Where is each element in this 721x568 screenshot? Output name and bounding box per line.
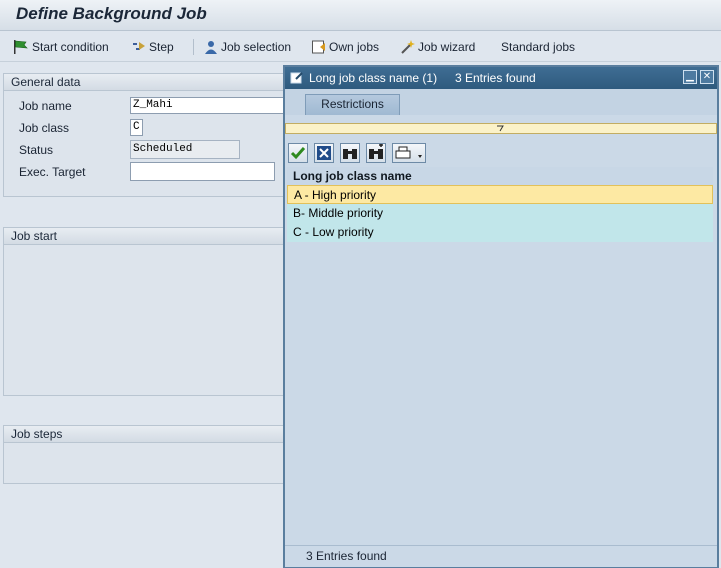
- job-class-field[interactable]: C: [130, 119, 143, 136]
- status-field: Scheduled: [130, 140, 240, 159]
- restrictions-bar[interactable]: [285, 123, 717, 134]
- list-item[interactable]: C - Low priority: [287, 223, 713, 242]
- standard-jobs-label: Standard jobs: [501, 40, 576, 54]
- minimize-button[interactable]: ▁: [683, 70, 697, 84]
- tab-restrictions[interactable]: Restrictions: [305, 94, 400, 115]
- checkmark-icon: [290, 147, 306, 160]
- job-start-heading: Job start: [4, 228, 304, 245]
- dialog-title-bar[interactable]: Long job class name (1) 3 Entries found …: [285, 67, 717, 89]
- cancel-button[interactable]: [314, 143, 334, 163]
- person-icon: [205, 41, 217, 54]
- title-bar: Define Background Job: [0, 0, 721, 31]
- toolbar-separator: [193, 39, 194, 55]
- job-name-label: Job name: [19, 99, 72, 113]
- start-condition-label: Start condition: [32, 40, 109, 54]
- close-icon: ✕: [702, 71, 712, 82]
- tab-strip: Restrictions: [285, 89, 717, 115]
- standard-jobs-button[interactable]: Standard jobs: [501, 39, 575, 55]
- expand-arrow-icon: [497, 125, 504, 132]
- step-icon: [133, 42, 145, 50]
- status-label: Status: [19, 143, 54, 157]
- binoculars-icon: [343, 149, 357, 159]
- job-steps-group: Job steps: [3, 425, 305, 484]
- cancel-icon: [317, 146, 331, 160]
- step-label: Step: [149, 40, 174, 54]
- general-data-group: General data Job name Z_Mahi Job class C…: [3, 73, 305, 197]
- status-text: 3 Entries found: [306, 549, 387, 563]
- dialog-entry-count: 3 Entries found: [455, 71, 536, 85]
- job-steps-heading: Job steps: [4, 426, 304, 443]
- exec-target-field[interactable]: [130, 162, 275, 181]
- exec-target-label: Exec. Target: [19, 165, 86, 179]
- application-toolbar: Start condition Step Job selection Own j…: [0, 31, 721, 62]
- step-button[interactable]: Step: [131, 39, 174, 55]
- job-name-field[interactable]: Z_Mahi: [130, 97, 300, 114]
- job-selection-label: Job selection: [221, 40, 292, 54]
- flag-icon: [14, 40, 28, 54]
- wand-icon: [401, 40, 415, 54]
- job-start-group: Job start: [3, 227, 305, 396]
- print-button[interactable]: [392, 143, 426, 163]
- binoculars-plus-icon: [369, 143, 383, 159]
- dialog-status-bar: 3 Entries found: [285, 545, 717, 567]
- value-help-dialog: Long job class name (1) 3 Entries found …: [283, 65, 719, 568]
- start-condition-button[interactable]: Start condition: [12, 39, 109, 55]
- close-button[interactable]: ✕: [700, 70, 714, 84]
- dialog-icon: [290, 72, 303, 84]
- own-jobs-button[interactable]: Own jobs: [311, 39, 379, 55]
- job-selection-button[interactable]: Job selection: [203, 39, 291, 55]
- continue-button[interactable]: [288, 143, 308, 163]
- page-title: Define Background Job: [16, 4, 207, 23]
- printer-icon: [395, 146, 422, 159]
- list-item[interactable]: B- Middle priority: [287, 204, 713, 223]
- own-jobs-label: Own jobs: [329, 40, 380, 54]
- own-jobs-icon: [312, 40, 325, 54]
- minimize-icon: ▁: [686, 71, 694, 82]
- list-item[interactable]: A - High priority: [287, 185, 713, 204]
- dialog-title: Long job class name (1): [309, 71, 438, 85]
- find-next-button[interactable]: [366, 143, 386, 163]
- general-data-heading: General data: [4, 74, 304, 91]
- job-wizard-button[interactable]: Job wizard: [400, 39, 475, 55]
- find-button[interactable]: [340, 143, 360, 163]
- job-wizard-label: Job wizard: [418, 40, 476, 54]
- job-class-label: Job class: [19, 121, 70, 135]
- column-header[interactable]: Long job class name: [287, 167, 713, 185]
